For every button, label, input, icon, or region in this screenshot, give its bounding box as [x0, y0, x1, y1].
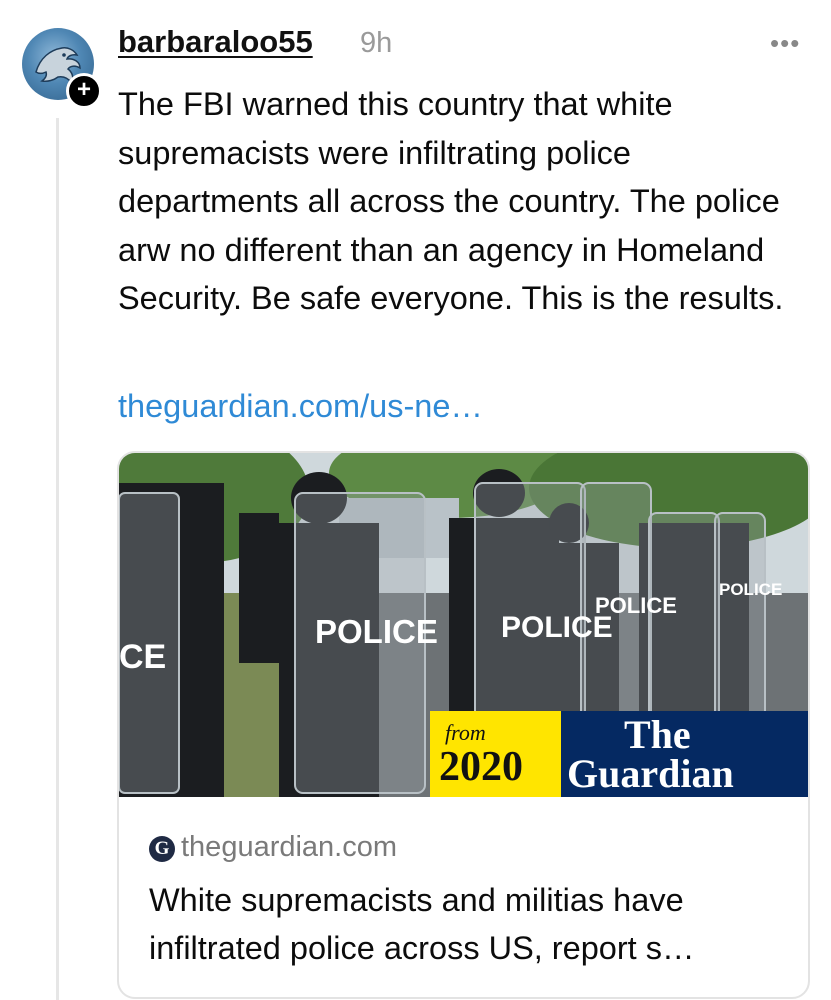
shield-label-main: POLICE: [315, 613, 438, 650]
post-time: 9h: [360, 27, 393, 59]
badge-year: 2020: [439, 744, 523, 790]
guardian-favicon-icon: G: [149, 836, 175, 862]
guardian-logo-line2: Guardian: [567, 751, 734, 796]
more-options-icon[interactable]: •••: [770, 28, 800, 59]
badge-from: from: [445, 720, 486, 745]
shield-label-left: CE: [119, 638, 166, 676]
shield-label-small: POLICE: [595, 593, 677, 618]
source-row: Gtheguardian.com: [149, 831, 397, 864]
card-headline[interactable]: White supremacists and militias have inf…: [149, 876, 789, 972]
shield-label-far: POLICE: [719, 580, 782, 599]
follow-plus-badge[interactable]: +: [66, 73, 102, 109]
thread-line: [56, 118, 59, 1000]
link-preview-card[interactable]: CE POLICE POLICE POLICE POLICE from 2020…: [117, 451, 810, 999]
preview-image: CE POLICE POLICE POLICE POLICE from 2020…: [119, 453, 808, 797]
username[interactable]: barbaraloo55: [118, 24, 313, 60]
post-text: The FBI warned this country that white s…: [118, 86, 784, 316]
source-domain: theguardian.com: [181, 831, 398, 863]
post-link[interactable]: theguardian.com/us-ne…: [118, 388, 483, 425]
